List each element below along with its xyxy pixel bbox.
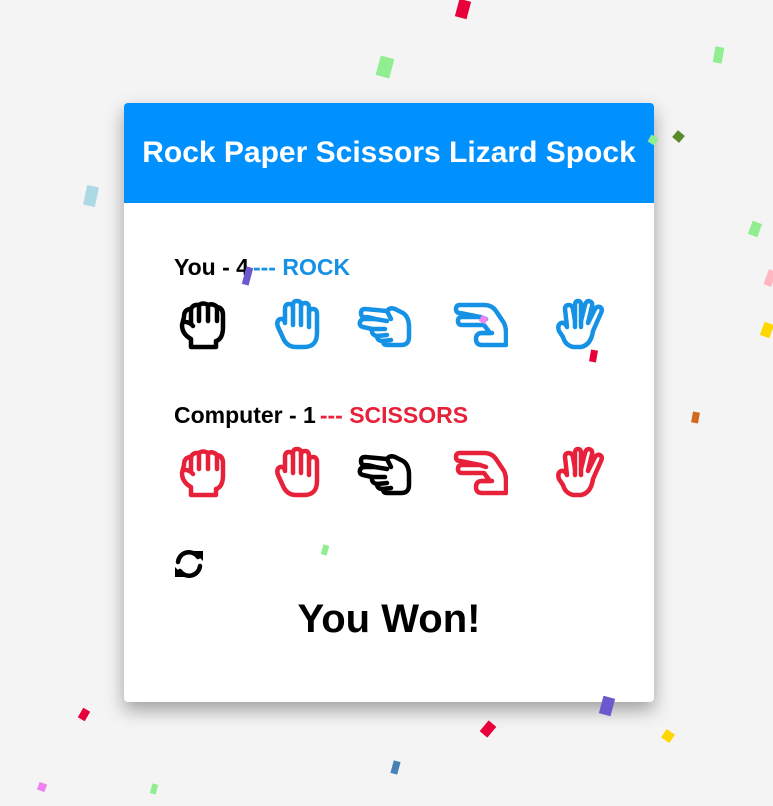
confetti-piece bbox=[390, 760, 401, 775]
confetti-piece bbox=[759, 321, 773, 339]
confetti-piece bbox=[712, 46, 725, 64]
player-choice-scissors[interactable] bbox=[357, 297, 413, 353]
confetti-piece bbox=[454, 0, 472, 20]
paper-hand-icon bbox=[275, 298, 320, 350]
computer-score: Computer - 1 bbox=[174, 402, 316, 428]
player-choices bbox=[174, 297, 614, 353]
result-message: You Won! bbox=[297, 597, 481, 641]
confetti-piece bbox=[747, 220, 763, 238]
rock-hand-icon bbox=[179, 301, 226, 350]
computer-choice-rock bbox=[174, 445, 230, 501]
spock-hand-icon bbox=[556, 446, 605, 498]
computer-choice-paper bbox=[266, 445, 322, 501]
scissors-hand-icon bbox=[357, 454, 412, 496]
confetti-piece bbox=[672, 130, 685, 143]
player-score: You - 4 bbox=[174, 254, 249, 280]
confetti-piece bbox=[83, 184, 99, 208]
player-choice-spock[interactable] bbox=[549, 297, 605, 353]
player-selection: --- ROCK bbox=[252, 254, 351, 280]
confetti-piece bbox=[375, 55, 395, 79]
confetti-piece bbox=[661, 729, 675, 743]
player-choice-paper[interactable] bbox=[266, 297, 322, 353]
confetti-piece bbox=[691, 411, 700, 424]
lizard-hand-icon bbox=[453, 450, 508, 496]
header: Rock Paper Scissors Lizard Spock bbox=[124, 103, 654, 203]
rock-hand-icon bbox=[179, 449, 226, 498]
computer-choice-lizard bbox=[452, 445, 508, 501]
confetti-piece bbox=[763, 269, 773, 287]
computer-choice-spock bbox=[549, 445, 605, 501]
player-section: You - 4 --- ROCK bbox=[174, 252, 614, 350]
game-title: Rock Paper Scissors Lizard Spock bbox=[142, 136, 636, 169]
computer-section: Computer - 1 --- SCISSORS bbox=[174, 400, 614, 498]
confetti-piece bbox=[77, 707, 91, 722]
computer-choices bbox=[174, 445, 614, 501]
confetti-piece bbox=[149, 783, 159, 795]
player-choice-lizard[interactable] bbox=[452, 297, 508, 353]
refresh-icon bbox=[175, 549, 203, 579]
computer-selection: --- SCISSORS bbox=[319, 402, 469, 428]
computer-status: Computer - 1 --- SCISSORS bbox=[174, 400, 614, 430]
scissors-hand-icon bbox=[357, 306, 412, 348]
confetti-piece bbox=[479, 720, 497, 738]
lizard-hand-icon bbox=[453, 302, 508, 348]
game-card: Rock Paper Scissors Lizard Spock You - 4… bbox=[124, 103, 654, 702]
reset-button[interactable] bbox=[172, 547, 206, 581]
player-status: You - 4 --- ROCK bbox=[174, 252, 614, 282]
player-choice-rock[interactable] bbox=[174, 297, 230, 353]
spock-hand-icon bbox=[556, 298, 605, 350]
computer-choice-scissors bbox=[357, 445, 413, 501]
paper-hand-icon bbox=[275, 446, 320, 498]
confetti-piece bbox=[36, 781, 48, 793]
